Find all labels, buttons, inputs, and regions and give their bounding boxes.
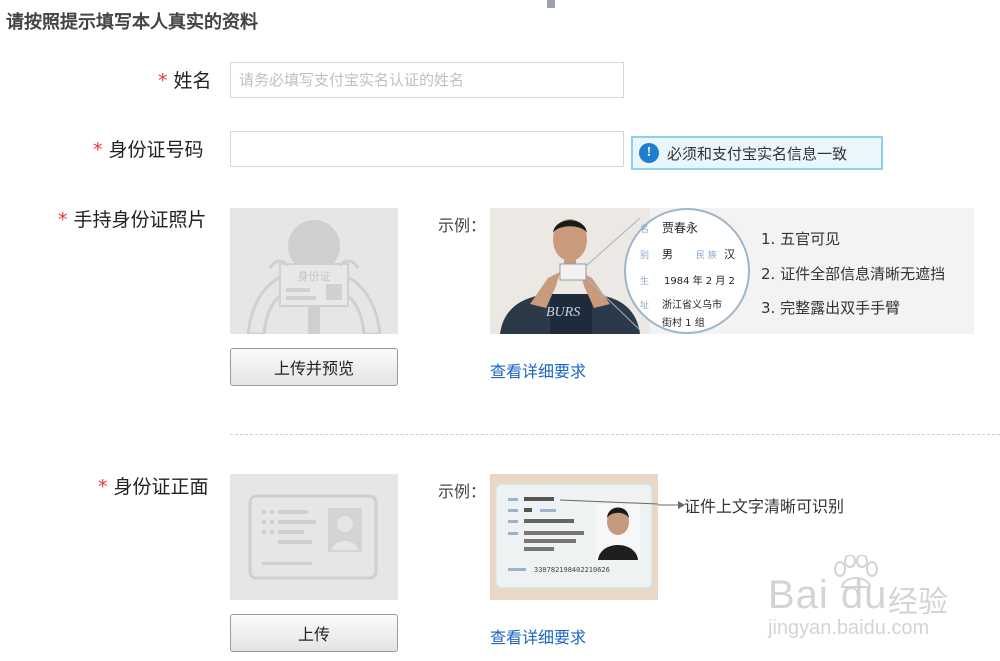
- card-name: 贾春永: [662, 221, 698, 235]
- watermark-brand: Bai du: [768, 573, 888, 617]
- rule-item: 2. 证件全部信息清晰无遮挡: [761, 265, 946, 283]
- svg-text:浙江省义乌市: 浙江省义乌市: [662, 298, 722, 311]
- top-scroll-marker: [547, 0, 555, 8]
- id-number-input[interactable]: [230, 131, 624, 167]
- baidu-jingyan-watermark: Bai du 经验 jingyan.baidu.com: [768, 555, 988, 650]
- card-id-number: 330782198402210626: [534, 566, 610, 574]
- id-card-icon: [248, 494, 378, 580]
- id-hint-box: ! 必须和支付宝实名信息一致: [631, 136, 883, 170]
- section-divider: [230, 434, 1000, 435]
- rule-item: 3. 完整露出双手手臂: [761, 299, 901, 317]
- handheld-detail-link[interactable]: 查看详细要求: [490, 358, 586, 382]
- svg-text:生: 生: [640, 275, 649, 287]
- svg-text:汉: 汉: [724, 248, 735, 261]
- placeholder-card-text: 身份证: [298, 269, 331, 283]
- required-mark: *: [93, 139, 103, 161]
- watermark-cn: 经验: [888, 585, 948, 620]
- required-mark: *: [58, 209, 68, 231]
- svg-text:民 族: 民 族: [696, 249, 717, 261]
- name-input[interactable]: [230, 62, 624, 98]
- example-label: 示例：: [438, 482, 487, 501]
- handheld-photo-placeholder[interactable]: 身份证: [230, 208, 398, 336]
- id-number-label: * 身份证号码: [93, 139, 204, 161]
- watermark-url: jingyan.baidu.com: [768, 617, 930, 639]
- person-holding-id-icon: 身份证: [246, 220, 382, 336]
- required-mark: *: [98, 476, 108, 498]
- svg-text:别: 别: [640, 250, 649, 261]
- id-front-detail-link[interactable]: 查看详细要求: [490, 624, 586, 648]
- svg-text:1984 年 2 月 2: 1984 年 2 月 2: [664, 274, 735, 287]
- required-mark: *: [158, 70, 168, 92]
- svg-text:男: 男: [662, 248, 673, 261]
- page-title: 请按照提示填写本人真实的资料: [6, 12, 258, 33]
- name-label: * 姓名: [158, 70, 212, 92]
- upload-button[interactable]: 上传: [230, 614, 398, 652]
- annotation-arrow-icon: [658, 501, 685, 509]
- id-front-annotation: 证件上文字清晰可识别: [684, 497, 845, 516]
- id-front-label: * 身份证正面: [98, 476, 209, 498]
- svg-text:BURS: BURS: [546, 305, 580, 320]
- svg-text:名: 名: [640, 223, 649, 235]
- svg-text:街村 1 组: 街村 1 组: [662, 316, 705, 329]
- rule-item: 1. 五官可见: [761, 230, 841, 248]
- id-front-example-image: 330782198402210626: [490, 474, 658, 600]
- id-hint-text: 必须和支付宝实名信息一致: [667, 144, 848, 163]
- id-front-placeholder[interactable]: [230, 474, 398, 600]
- upload-preview-button[interactable]: 上传并预览: [230, 348, 398, 386]
- example-label: 示例：: [438, 216, 487, 235]
- info-icon: !: [639, 143, 659, 163]
- id-front-example-svg: 330782198402210626: [495, 483, 658, 589]
- svg-text:址: 址: [640, 299, 649, 311]
- handheld-photo-label: * 手持身份证照片: [58, 209, 207, 231]
